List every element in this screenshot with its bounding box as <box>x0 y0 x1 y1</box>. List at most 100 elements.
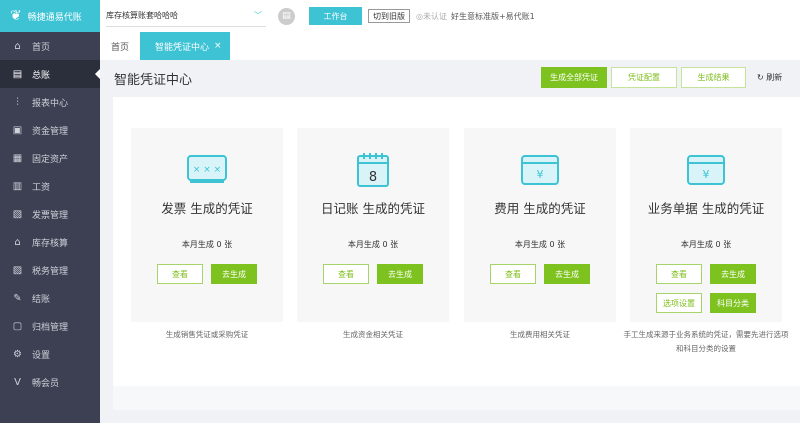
sidebar-item-label: 库存核算 <box>32 238 69 249</box>
generate-all-button[interactable]: 生成全部凭证 <box>541 67 607 88</box>
sidebar-item-label: 资金管理 <box>32 126 69 137</box>
month-count: 本月生成 0 张 <box>347 240 399 249</box>
sidebar-item-10[interactable]: ▢ 归档管理 <box>0 312 100 340</box>
svg-text:× × ×: × × × <box>193 165 221 175</box>
tab-home[interactable]: 首页 <box>100 32 140 60</box>
sidebar-item-label: 归档管理 <box>32 322 69 333</box>
card-description: 生成销售凭证或采购凭证 <box>165 330 249 339</box>
sidebar-item-label: 结账 <box>32 294 51 305</box>
account-select[interactable]: 库存核算账套哈哈哈 ﹀ <box>106 5 266 27</box>
generate-button[interactable]: 去生成 <box>211 264 257 284</box>
voucher-card: ¥ 费用 生成的凭证 本月生成 0 张 查看 去生成 <box>464 128 616 322</box>
svg-text:¥: ¥ <box>537 168 544 181</box>
logo-text: 畅捷通易代账 <box>27 12 82 23</box>
menu-icon: ▧ <box>12 208 23 220</box>
sidebar-item-6[interactable]: ▧ 发票管理 <box>0 200 100 228</box>
sidebar-item-2[interactable]: ⫶ 报表中心 <box>0 88 100 116</box>
calendar-journal-icon: 8 <box>350 150 396 190</box>
generate-result-button[interactable]: 生成结果 <box>681 67 746 88</box>
sidebar-item-3[interactable]: ▣ 资金管理 <box>0 116 100 144</box>
sidebar: ❦ 畅捷通易代账 ⌂ 首页 ▤ 总账 ⫶ 报表中心 ▣ 资金管理 ▦ 固定资产 ▥ 工资 ▧ 发票管理 ⌂ 库存… <box>0 0 100 423</box>
voucher-config-button[interactable]: 凭证配置 <box>611 67 677 88</box>
generate-button[interactable]: 去生成 <box>544 264 590 284</box>
sidebar-item-label: 发票管理 <box>32 210 69 221</box>
sidebar-item-label: 首页 <box>32 42 51 53</box>
calendar-icon[interactable]: ▤ <box>278 7 295 25</box>
svg-text:¥: ¥ <box>703 168 710 181</box>
menu-icon: ⌂ <box>14 40 21 52</box>
feather-icon: ❦ <box>10 8 22 24</box>
menu-icon: ⚙ <box>13 348 22 360</box>
tab-bar: 首页 智能凭证中心 × <box>100 32 800 60</box>
menu-icon: ▣ <box>12 124 23 136</box>
card-title: 日记账 生成的凭证 <box>321 201 425 216</box>
sidebar-item-label: 报表中心 <box>32 98 69 109</box>
sidebar-item-7[interactable]: ⌂ 库存核算 <box>0 228 100 256</box>
refresh-button[interactable]: ↻ 刷新 <box>757 72 782 83</box>
topbar: 库存核算账套哈哈哈 ﹀ ▤ 工作台 切到旧版 ◎未认证 好生意标准版+易代账1 <box>100 0 800 32</box>
main-panel: × × × 发票 生成的凭证 本月生成 0 张 查看 去生成 生成销售凭证或采购凭证… <box>113 97 800 410</box>
view-button[interactable]: 查看 <box>656 264 702 284</box>
card-title: 发票 生成的凭证 <box>161 201 253 216</box>
menu-icon: ▤ <box>12 68 23 80</box>
view-button[interactable]: 查看 <box>323 264 369 284</box>
wallet-icon: ¥ <box>683 150 729 190</box>
sidebar-item-label: 畅会员 <box>32 378 60 389</box>
old-version-button[interactable]: 切到旧版 <box>368 9 410 23</box>
card-description: 生成费用相关凭证 <box>510 330 570 339</box>
sidebar-item-label: 工资 <box>32 182 51 193</box>
generate-button[interactable]: 去生成 <box>710 264 756 284</box>
menu-icon: ▦ <box>12 152 23 164</box>
tab-label: 智能凭证中心 <box>155 42 210 53</box>
view-button[interactable]: 查看 <box>490 264 536 284</box>
sidebar-item-11[interactable]: ⚙ 设置 <box>0 340 100 368</box>
sidebar-item-9[interactable]: ✎ 结账 <box>0 284 100 312</box>
invoice-icon: × × × <box>184 150 230 190</box>
option-settings-button[interactable]: 选项设置 <box>656 293 702 313</box>
voucher-card: × × × 发票 生成的凭证 本月生成 0 张 查看 去生成 <box>131 128 283 322</box>
month-count: 本月生成 0 张 <box>181 240 233 249</box>
page-title: 智能凭证中心 <box>114 73 193 88</box>
sidebar-item-label: 固定资产 <box>32 154 69 165</box>
refresh-label: 刷新 <box>766 73 783 82</box>
sidebar-item-5[interactable]: ▥ 工资 <box>0 172 100 200</box>
card-title: 业务单据 生成的凭证 <box>647 201 765 216</box>
refresh-icon: ↻ <box>757 73 767 82</box>
subject-category-button[interactable]: 科目分类 <box>710 293 756 313</box>
month-count: 本月生成 0 张 <box>514 240 566 249</box>
cert-status[interactable]: ◎未认证 <box>416 11 447 22</box>
panel-footer <box>113 386 800 410</box>
logo[interactable]: ❦ 畅捷通易代账 <box>0 0 100 32</box>
sidebar-item-label: 税务管理 <box>32 266 69 277</box>
sidebar-item-label: 设置 <box>32 350 51 361</box>
voucher-card: ¥ 业务单据 生成的凭证 本月生成 0 张 查看 去生成 选项设置 科目分类 <box>630 128 782 322</box>
card-description: 生成资金相关凭证 <box>343 330 403 339</box>
menu-icon: ▢ <box>12 320 23 332</box>
view-button[interactable]: 查看 <box>157 264 203 284</box>
menu-icon: ⫶ <box>16 96 19 108</box>
tab-label: 首页 <box>111 42 130 53</box>
menu-icon: ▥ <box>12 180 23 192</box>
chevron-down-icon: ﹀ <box>254 11 262 20</box>
sidebar-item-1[interactable]: ▤ 总账 <box>0 60 100 88</box>
card-title: 费用 生成的凭证 <box>494 201 586 216</box>
svg-text:8: 8 <box>369 170 377 185</box>
sidebar-item-label: 总账 <box>32 70 51 81</box>
generate-button[interactable]: 去生成 <box>377 264 423 284</box>
card-description: 手工生成来源于业务系统的凭证，需要先进行选项和科目分类的设置 <box>623 330 789 353</box>
sidebar-item-4[interactable]: ▦ 固定资产 <box>0 144 100 172</box>
menu-icon: ⌂ <box>14 236 21 248</box>
close-icon[interactable]: × <box>214 41 222 51</box>
wallet-icon: ¥ <box>517 150 563 190</box>
company-name: 好生意标准版+易代账1 <box>450 11 535 21</box>
menu-icon: V <box>14 376 21 388</box>
voucher-card: 8 日记账 生成的凭证 本月生成 0 张 查看 去生成 <box>297 128 449 322</box>
account-name: 库存核算账套哈哈哈 <box>106 11 178 20</box>
workbench-button[interactable]: 工作台 <box>309 7 362 25</box>
tab-voucher-center[interactable]: 智能凭证中心 × <box>140 32 230 60</box>
menu-icon: ✎ <box>13 292 22 304</box>
month-count: 本月生成 0 张 <box>680 240 732 249</box>
sidebar-item-8[interactable]: ▨ 税务管理 <box>0 256 100 284</box>
sidebar-item-0[interactable]: ⌂ 首页 <box>0 32 100 60</box>
sidebar-item-12[interactable]: V 畅会员 <box>0 368 100 396</box>
